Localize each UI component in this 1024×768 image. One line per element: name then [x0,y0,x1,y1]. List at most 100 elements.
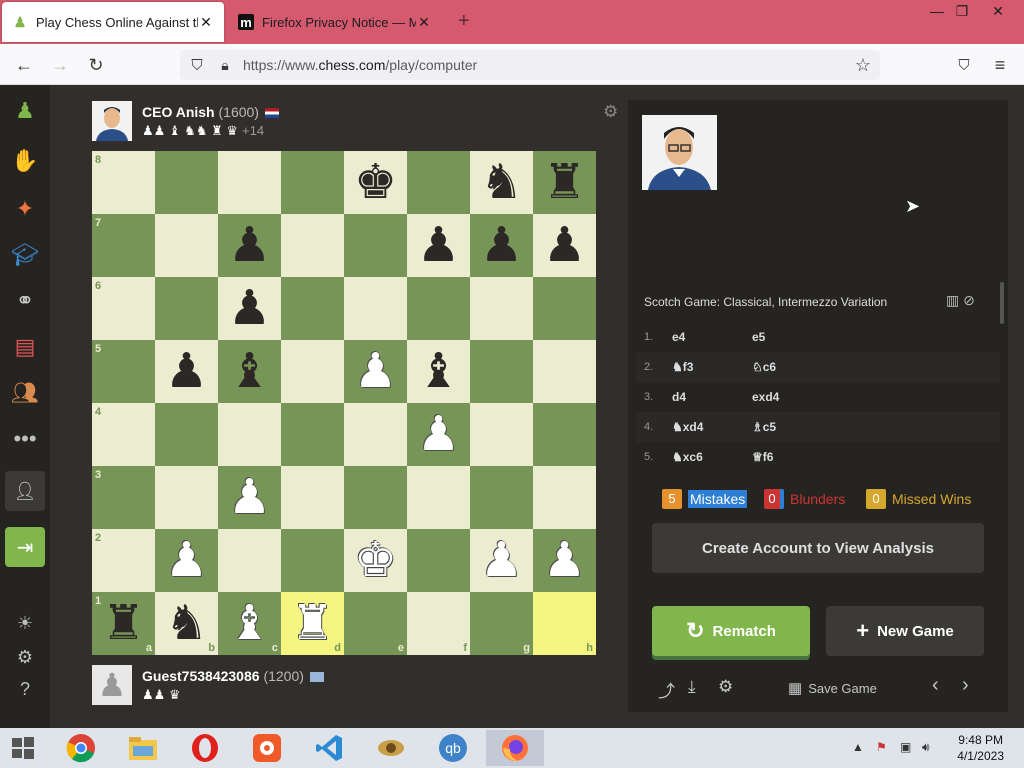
white-king-piece[interactable]: ♚ [344,529,407,592]
chess-board[interactable]: 8 ♚ ♞ ♜ 7 ♟ ♟ ♟ ♟ 6 ♟ 5 ♟ ♝ ♟ ♝ 4 ♟ 3 ♟ 2 ♟ ♚ ♟ ♟ 1 a ♜ b ♞ c ♝ d ♜ e f g h [92,151,596,655]
black-bishop-piece[interactable]: ♝ [218,340,281,403]
menu-hamburger-icon[interactable]: ≡ [987,52,1013,78]
square-c8[interactable] [218,151,281,214]
square-a5[interactable]: 5 [92,340,155,403]
white-pawn-piece[interactable]: ♟ [533,529,596,592]
square-h4[interactable] [533,403,596,466]
tab-chess[interactable]: ♟ Play Chess Online Against the C ✕ [2,2,224,42]
white-move[interactable]: ♞xd4 [672,420,703,434]
missed-wins-stat[interactable]: 0 Missed Wins [866,488,971,510]
explorer-compass-icon[interactable]: ⊘ [963,292,975,308]
url-bar[interactable]: ⛉ 🔒︎ https://www.chess.com/play/computer… [180,50,880,80]
firefox-icon[interactable] [486,730,544,766]
play-hand-icon[interactable]: ✋ [9,145,41,177]
tray-flag-icon[interactable]: ⚑ [876,740,887,754]
settings-gear-icon[interactable]: ⚙ [9,641,41,673]
white-move[interactable]: ♞xc6 [672,450,703,464]
opponent-avatar[interactable] [92,101,132,141]
square-d4[interactable] [281,403,344,466]
chrome-icon[interactable] [52,730,110,766]
prev-move-chevron-icon[interactable]: ‹ [932,674,939,697]
white-move[interactable]: d4 [672,390,686,404]
close-icon[interactable]: ✕ [198,14,214,31]
new-game-button[interactable]: + New Game [826,606,984,656]
black-bishop-piece[interactable]: ♝ [407,340,470,403]
square-h7[interactable]: ♟ [533,214,596,277]
create-account-button[interactable]: Create Account to View Analysis [652,523,984,573]
black-pawn-piece[interactable]: ♟ [470,214,533,277]
help-icon[interactable]: ? [9,673,41,705]
square-e7[interactable] [344,214,407,277]
black-move[interactable]: ♗c5 [752,420,776,434]
back-arrow-icon[interactable]: ← [11,52,37,78]
white-pawn-piece[interactable]: ♟ [344,340,407,403]
square-g6[interactable] [470,277,533,340]
square-a7[interactable]: 7 [92,214,155,277]
square-b1[interactable]: b ♞ [155,592,218,655]
black-rook-piece[interactable]: ♜ [533,151,596,214]
opponent-name[interactable]: CEO Anish (1600) [142,104,279,120]
square-f3[interactable] [407,466,470,529]
url-text[interactable]: https://www.chess.com/play/computer [243,57,477,73]
maximize-icon[interactable]: ❐ [945,0,979,22]
square-e6[interactable] [344,277,407,340]
black-king-piece[interactable]: ♚ [344,151,407,214]
square-d7[interactable] [281,214,344,277]
square-d2[interactable] [281,529,344,592]
square-c6[interactable]: ♟ [218,277,281,340]
watch-binoculars-icon[interactable]: ⚭ [9,285,41,317]
square-h3[interactable] [533,466,596,529]
black-move[interactable]: ♕f6 [752,450,773,464]
bookmark-star-icon[interactable]: ☆ [850,52,876,78]
next-move-chevron-icon[interactable]: › [962,674,969,697]
qbittorrent-icon[interactable]: qb [424,730,482,766]
opera-icon[interactable] [176,730,234,766]
more-dots-icon[interactable]: ••• [9,423,41,455]
square-b6[interactable] [155,277,218,340]
signup-user-icon[interactable]: 👤︎ [5,471,45,511]
mistakes-stat[interactable]: 5 Mistakes [662,488,748,510]
blunders-stat[interactable]: 0 Blunders [764,488,845,510]
taskbar-clock[interactable]: 9:48 PM 4/1/2023 [957,732,1004,764]
square-e2[interactable]: ♚ [344,529,407,592]
square-h6[interactable] [533,277,596,340]
black-pawn-piece[interactable]: ♟ [218,214,281,277]
pocket-icon[interactable]: ⛉ [951,52,977,78]
window-close-icon[interactable]: ✕ [981,0,1015,22]
login-icon[interactable]: ⇥ [5,527,45,567]
black-move[interactable]: ♘c6 [752,360,776,374]
square-e8[interactable]: ♚ [344,151,407,214]
app-icon[interactable] [238,730,296,766]
square-h8[interactable]: ♜ [533,151,596,214]
square-c7[interactable]: ♟ [218,214,281,277]
square-e5[interactable]: ♟ [344,340,407,403]
puzzles-icon[interactable]: ✦ [9,193,41,225]
square-c2[interactable] [218,529,281,592]
square-c4[interactable] [218,403,281,466]
close-icon[interactable]: ✕ [416,14,432,31]
square-d3[interactable] [281,466,344,529]
square-h5[interactable] [533,340,596,403]
white-pawn-piece[interactable]: ♟ [470,529,533,592]
black-pawn-piece[interactable]: ♟ [407,214,470,277]
square-d8[interactable] [281,151,344,214]
player-name[interactable]: Guest7538423086 (1200) [142,668,324,684]
square-b7[interactable] [155,214,218,277]
download-icon[interactable]: ⤓ [688,677,696,697]
player-avatar[interactable]: ♟ [92,665,132,705]
black-pawn-piece[interactable]: ♟ [155,340,218,403]
shield-icon[interactable]: ⛉ [184,52,210,78]
square-d1[interactable]: d ♜ [281,592,344,655]
square-e4[interactable] [344,403,407,466]
white-bishop-piece[interactable]: ♝ [218,592,281,655]
square-f7[interactable]: ♟ [407,214,470,277]
square-b5[interactable]: ♟ [155,340,218,403]
rematch-button[interactable]: ↻ Rematch [652,606,810,656]
square-g7[interactable]: ♟ [470,214,533,277]
new-tab-plus-icon[interactable]: + [458,10,470,33]
square-g5[interactable] [470,340,533,403]
lock-icon[interactable]: 🔒︎ [212,52,238,78]
square-d6[interactable] [281,277,344,340]
square-a8[interactable]: 8 [92,151,155,214]
square-g3[interactable] [470,466,533,529]
